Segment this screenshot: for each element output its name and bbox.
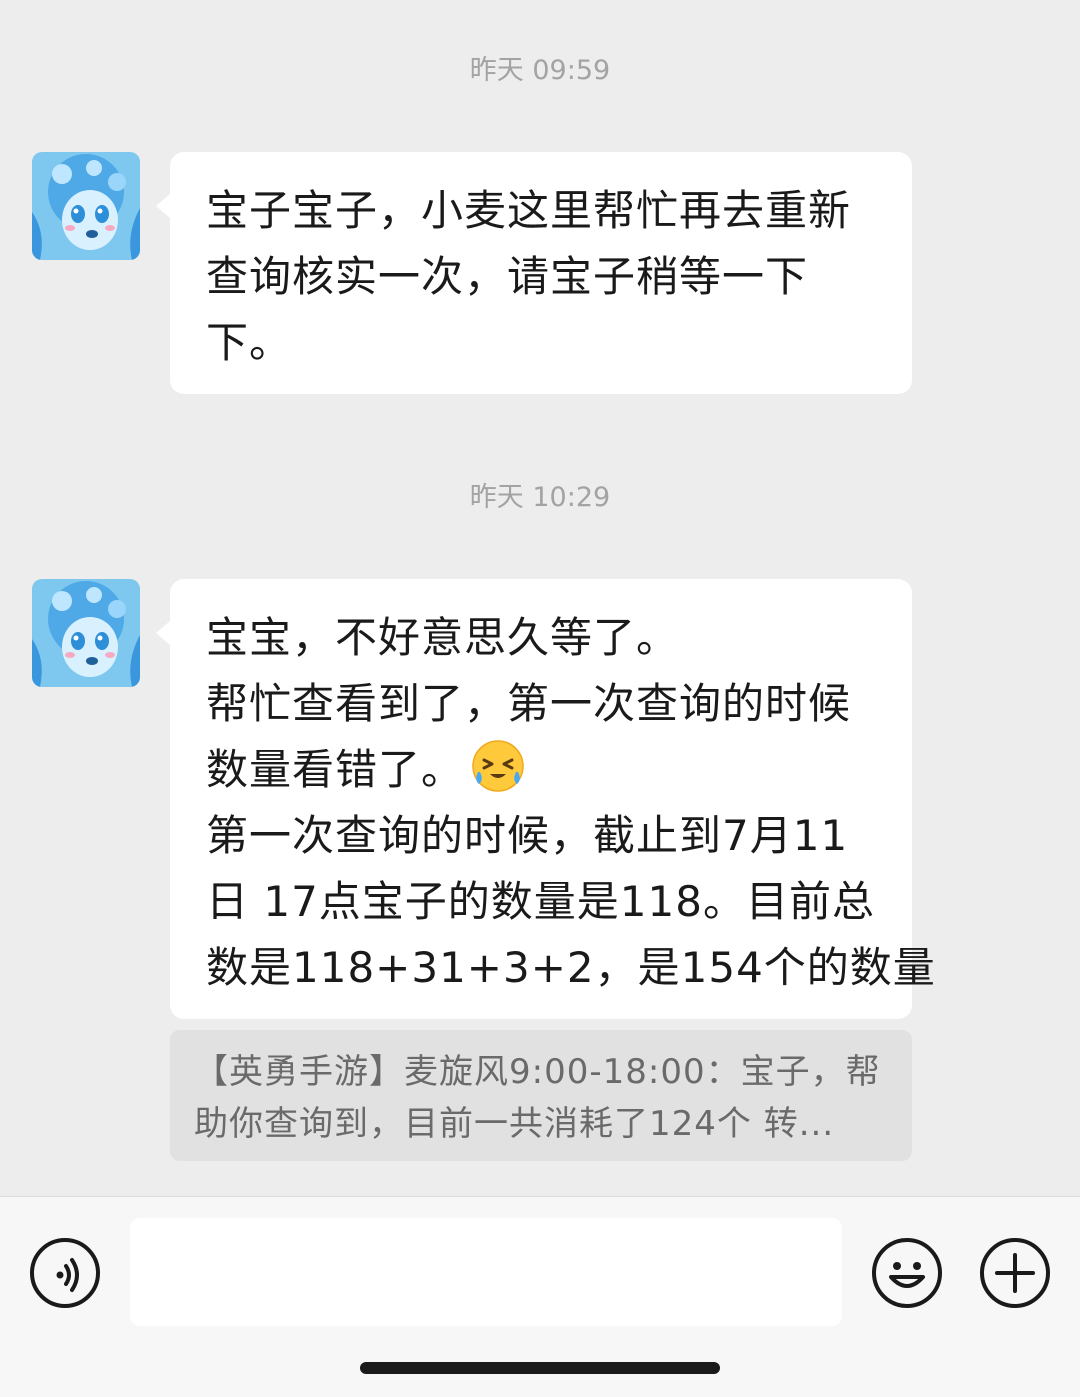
message-bubble[interactable]: 宝宝，不好意思久等了。 帮忙查看到了，第一次查询的时候 数量看错了。 第一次查询… xyxy=(156,579,936,1019)
chat-area[interactable]: 昨天 09:59 宝子宝子，小麦这里帮忙再去重新 查询核实一次，请宝子稍等一下 … xyxy=(0,0,1080,1196)
quoted-message[interactable]: 【英勇手游】麦旋风9:00-18:00：宝子，帮 助你查询到，目前一共消耗了12… xyxy=(170,1030,912,1161)
quoted-text-line: 助你查询到，目前一共消耗了124个 转... xyxy=(194,1104,835,1144)
message-text: 数量看错了。 xyxy=(206,745,465,794)
message-text-line: 查询核实一次，请宝子稍等一下 xyxy=(206,252,809,301)
message-input[interactable] xyxy=(130,1218,842,1326)
plus-icon[interactable] xyxy=(979,1237,1051,1309)
message-text-line: 第一次查询的时候，截止到7月11 xyxy=(206,811,849,860)
home-indicator[interactable] xyxy=(360,1362,720,1374)
laughing-tears-emoji-icon xyxy=(472,740,524,792)
message-bubble[interactable]: 宝子宝子，小麦这里帮忙再去重新 查询核实一次，请宝子稍等一下 下。 xyxy=(156,152,912,394)
message-text-line: 日 17点宝子的数量是118。目前总 xyxy=(206,877,875,926)
quoted-text-line: 【英勇手游】麦旋风9:00-18:00：宝子，帮 xyxy=(194,1052,881,1092)
sender-avatar[interactable] xyxy=(32,579,140,687)
voice-icon[interactable] xyxy=(29,1237,101,1309)
message-timestamp: 昨天 10:29 xyxy=(469,482,611,513)
message-text-line: 数量看错了。 xyxy=(206,737,882,803)
message-text-line: 宝子宝子，小麦这里帮忙再去重新 xyxy=(206,186,852,235)
message-text-line: 宝宝，不好意思久等了。 xyxy=(206,613,680,662)
emoji-icon[interactable] xyxy=(871,1237,943,1309)
message-text-line: 下。 xyxy=(206,318,293,367)
avatar-image xyxy=(32,152,140,260)
message-timestamp: 昨天 09:59 xyxy=(469,55,611,86)
avatar-image xyxy=(32,579,140,687)
message-text-line: 帮忙查看到了，第一次查询的时候 xyxy=(206,679,852,728)
sender-avatar[interactable] xyxy=(32,152,140,260)
message-text-line: 数是118+31+3+2，是154个的数量 xyxy=(206,943,936,992)
